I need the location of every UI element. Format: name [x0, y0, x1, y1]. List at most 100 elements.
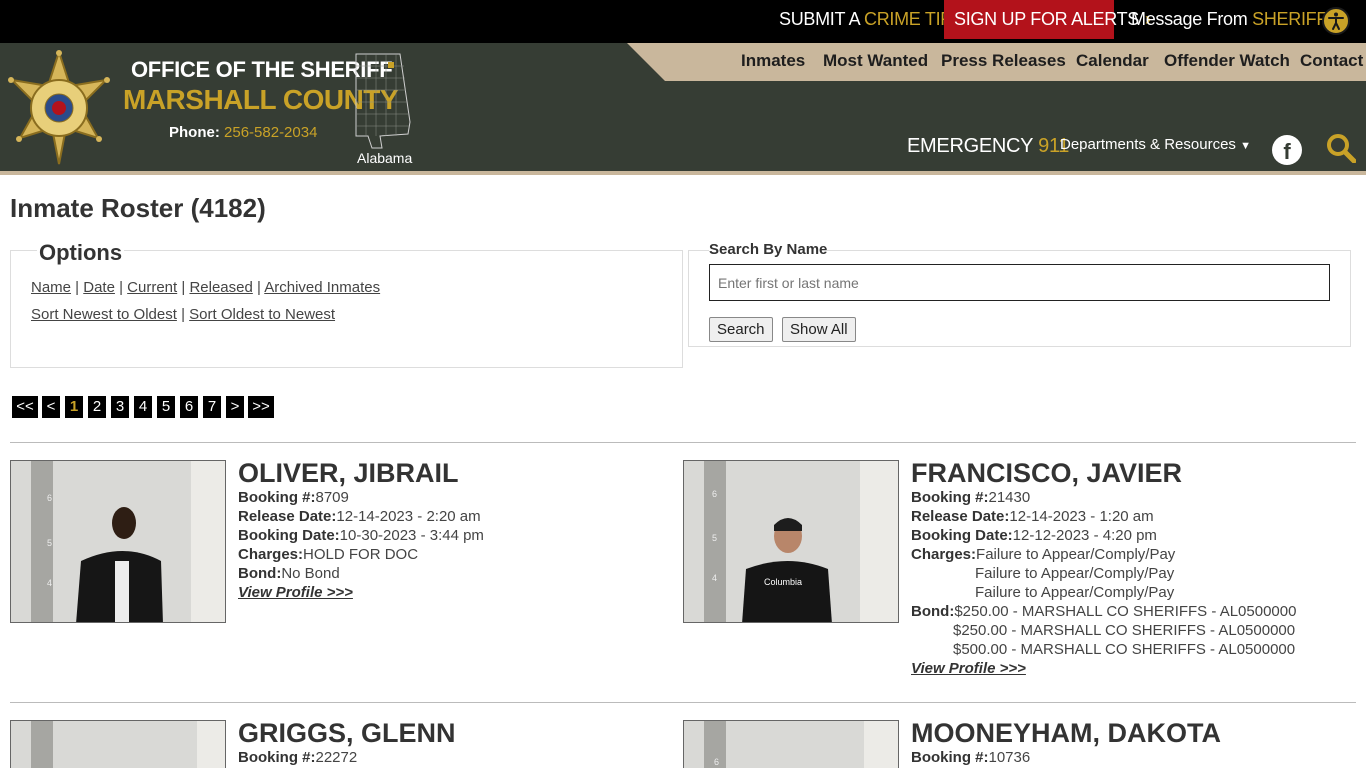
archived-inmates-link[interactable]: Archived Inmates	[264, 279, 380, 296]
crime-tip-accent: CRIME TIP	[864, 9, 952, 29]
booking-date-value: 10-30-2023 - 3:44 pm	[339, 527, 484, 544]
sort-oldest-link[interactable]: Sort Oldest to Newest	[189, 306, 335, 323]
chevron-down-icon: ▼	[1240, 140, 1251, 152]
crime-tip-prefix: SUBMIT A	[779, 9, 860, 29]
pager-page-1[interactable]: 1	[65, 396, 83, 418]
sort-newest-link[interactable]: Sort Newest to Oldest	[31, 306, 177, 323]
page-title: Inmate Roster (4182)	[10, 193, 266, 223]
inmate-photo[interactable]: 6 5 4	[10, 460, 226, 623]
nav-press-releases[interactable]: Press Releases	[941, 51, 1066, 71]
message-prefix: Message From	[1131, 9, 1248, 29]
inmate-photo[interactable]: 6 5 4 Columbia	[683, 460, 899, 623]
inmate-name: OLIVER, JIBRAIL	[238, 458, 459, 488]
filter-released-link[interactable]: Released	[189, 279, 252, 296]
inmate-name: MOONEYHAM, DAKOTA	[911, 718, 1221, 748]
nav-contact[interactable]: Contact	[1300, 51, 1363, 71]
sign-up-alerts-link[interactable]: SIGN UP FOR ALERTS ›	[944, 0, 1151, 39]
pager-first[interactable]: <<	[12, 396, 38, 418]
message-accent: SHERIFF	[1252, 9, 1328, 29]
nav-calendar[interactable]: Calendar	[1076, 51, 1149, 71]
departments-dropdown[interactable]: Departments & Resources ▼	[1060, 136, 1251, 153]
booking-value: 10736	[988, 749, 1031, 766]
svg-text:4: 4	[47, 578, 52, 588]
booking-number: Booking #:21430	[911, 489, 1030, 506]
charge-value: HOLD FOR DOC	[303, 546, 419, 563]
inmate-name: FRANCISCO, JAVIER	[911, 458, 1183, 488]
emergency-911[interactable]: EMERGENCY 911	[907, 135, 1069, 158]
booking-number: Booking #:22272	[238, 749, 357, 766]
pager-page-3[interactable]: 3	[111, 396, 129, 418]
search-label: Search By Name	[709, 241, 828, 258]
submit-crime-tip-link[interactable]: SUBMIT A CRIME TIP›	[779, 0, 964, 39]
bond-value: $500.00 - MARSHALL CO SHERIFFS - AL05000…	[953, 641, 1296, 658]
inmate-photo[interactable]: 6	[683, 720, 899, 768]
show-all-button[interactable]: Show All	[782, 317, 856, 342]
departments-label: Departments & Resources	[1060, 136, 1236, 153]
release-label: Release Date:	[911, 508, 1010, 525]
charges-label: Charges:	[238, 546, 304, 563]
booking-label: Booking #:	[238, 489, 316, 506]
sort-by-date-link[interactable]: Date	[83, 279, 115, 296]
charge-value: Failure to Appear/Comply/Pay	[975, 584, 1175, 601]
svg-text:6: 6	[47, 493, 52, 503]
booking-number: Booking #:8709	[238, 489, 349, 506]
pager-next[interactable]: >	[226, 396, 244, 418]
pager-page-5[interactable]: 5	[157, 396, 175, 418]
nav-most-wanted[interactable]: Most Wanted	[823, 51, 928, 71]
pager-page-4[interactable]: 4	[134, 396, 152, 418]
search-icon[interactable]	[1326, 133, 1357, 164]
phone-info: Phone: 256-582-2034	[169, 124, 317, 141]
alerts-label: SIGN UP FOR ALERTS	[954, 9, 1139, 29]
nav-inmates[interactable]: Inmates	[741, 51, 805, 71]
facebook-icon[interactable]: f	[1272, 135, 1302, 165]
booking-label: Booking #:	[911, 749, 989, 766]
charges: Charges:Failure to Appear/Comply/Pay	[911, 546, 1175, 563]
emergency-label: EMERGENCY	[907, 135, 1033, 157]
state-label: Alabama	[357, 150, 413, 166]
view-profile-link[interactable]: View Profile >>>	[911, 660, 1026, 677]
charge-value: Failure to Appear/Comply/Pay	[976, 546, 1176, 563]
phone-number[interactable]: 256-582-2034	[224, 124, 317, 141]
charges-label: Charges:	[911, 546, 977, 563]
inmate-photo[interactable]	[10, 720, 226, 768]
release-value: 12-14-2023 - 1:20 am	[1009, 508, 1154, 525]
booking-value: 8709	[315, 489, 349, 506]
charge-value: Failure to Appear/Comply/Pay	[975, 565, 1175, 582]
search-input[interactable]	[709, 264, 1330, 301]
header-divider	[0, 171, 1366, 175]
bond-label: Bond:	[911, 603, 955, 620]
charges: Charges:HOLD FOR DOC	[238, 546, 418, 563]
pager-page-2[interactable]: 2	[88, 396, 106, 418]
booking-value: 22272	[315, 749, 358, 766]
filter-current-link[interactable]: Current	[127, 279, 177, 296]
booking-value: 21430	[988, 489, 1031, 506]
release-value: 12-14-2023 - 2:20 am	[336, 508, 481, 525]
accessibility-icon[interactable]	[1322, 7, 1350, 35]
divider	[10, 442, 1356, 443]
options-legend: Options	[37, 240, 125, 266]
pager-prev[interactable]: <	[42, 396, 60, 418]
booking-label: Booking #:	[238, 749, 316, 766]
message-from-sheriff-link[interactable]: Message From SHERIFF›	[1131, 0, 1339, 39]
sort-order-row: Sort Newest to Oldest | Sort Oldest to N…	[31, 306, 336, 323]
shirt-logo-text: Columbia	[764, 577, 802, 587]
sort-by-name-link[interactable]: Name	[31, 279, 71, 296]
booking-label: Booking #:	[911, 489, 989, 506]
bond: Bond:No Bond	[238, 565, 340, 582]
bond-value: $250.00 - MARSHALL CO SHERIFFS - AL05000…	[953, 622, 1296, 639]
svg-text:6: 6	[714, 757, 719, 767]
svg-text:5: 5	[712, 533, 717, 543]
booking-date: Booking Date:12-12-2023 - 4:20 pm	[911, 527, 1157, 544]
booking-date: Booking Date:10-30-2023 - 3:44 pm	[238, 527, 484, 544]
divider	[10, 702, 1356, 703]
pager-last[interactable]: >>	[248, 396, 274, 418]
sheriff-badge-logo[interactable]	[6, 48, 112, 166]
pager-page-7[interactable]: 7	[203, 396, 221, 418]
nav-offender-watch[interactable]: Offender Watch	[1164, 51, 1290, 71]
svg-text:4: 4	[712, 573, 717, 583]
search-button[interactable]: Search	[709, 317, 773, 342]
release-date: Release Date:12-14-2023 - 2:20 am	[238, 508, 481, 525]
view-profile-link[interactable]: View Profile >>>	[238, 584, 353, 601]
alabama-map-icon	[352, 52, 416, 150]
pager-page-6[interactable]: 6	[180, 396, 198, 418]
